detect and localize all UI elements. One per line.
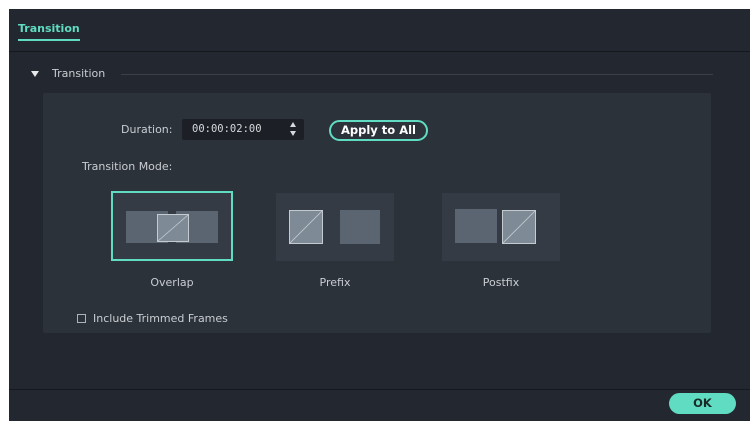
ok-button[interactable]: OK [669, 393, 736, 414]
mode-prefix-label[interactable]: Prefix [274, 276, 396, 289]
transition-settings-panel: Duration: 00:00:02:00 Apply to All Trans… [43, 93, 711, 333]
duration-input[interactable]: 00:00:02:00 [182, 119, 304, 140]
section-title: Transition [52, 67, 106, 80]
triangle-down-icon[interactable] [31, 71, 39, 77]
tab-bar: Transition [9, 9, 750, 52]
spinner-up-icon[interactable] [290, 122, 296, 127]
include-trimmed-label[interactable]: Include Trimmed Frames [93, 312, 228, 325]
spinner-down-icon[interactable] [290, 131, 296, 136]
section-divider [121, 74, 713, 75]
include-trimmed-checkbox[interactable] [77, 314, 86, 323]
mode-overlap-label[interactable]: Overlap [111, 276, 233, 289]
duration-value[interactable]: 00:00:02:00 [192, 123, 262, 135]
mode-overlap-card[interactable] [111, 191, 233, 261]
postfix-transition-icon [502, 210, 536, 244]
clip-thumb [455, 209, 497, 243]
clip-thumb [340, 210, 380, 244]
transition-dialog: Transition Transition Duration: 00:00:02… [9, 9, 750, 421]
transition-mode-label: Transition Mode: [82, 160, 173, 173]
apply-to-all-button[interactable]: Apply to All [329, 120, 428, 141]
spinner-arrows-icon[interactable] [290, 122, 298, 137]
tab-transition[interactable]: Transition [18, 22, 80, 41]
mode-prefix-card[interactable] [276, 193, 394, 261]
mode-postfix-card[interactable] [442, 193, 560, 261]
footer-divider [9, 389, 750, 390]
overlap-transition-icon [157, 214, 189, 242]
mode-postfix-label[interactable]: Postfix [440, 276, 562, 289]
section-header[interactable]: Transition [31, 67, 721, 83]
duration-label: Duration: [121, 123, 173, 136]
prefix-transition-icon [289, 210, 323, 244]
